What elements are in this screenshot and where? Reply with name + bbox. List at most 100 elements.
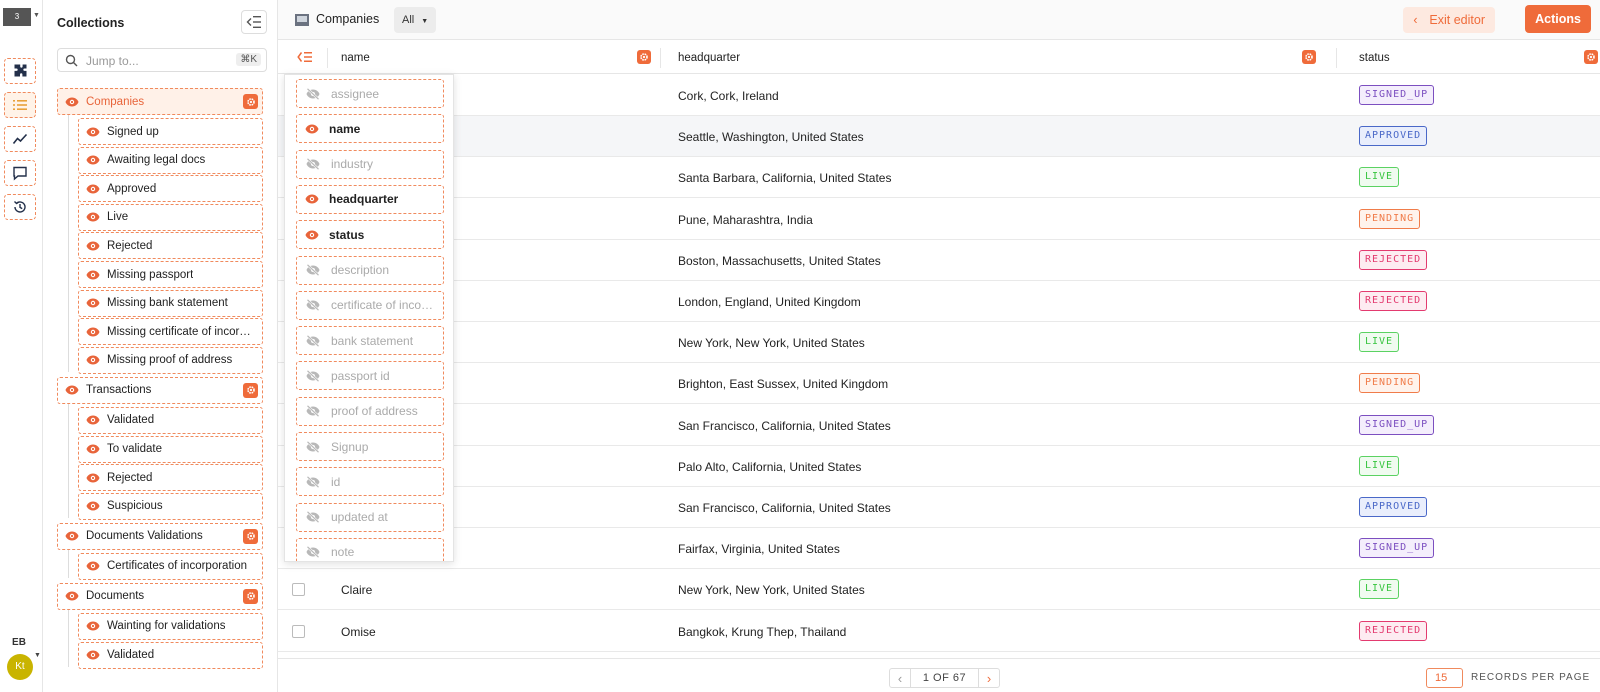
table-row[interactable]: Santa Barbara, California, United States… — [278, 157, 1600, 199]
eye-icon[interactable] — [65, 385, 79, 395]
eye-off-icon[interactable] — [305, 475, 321, 488]
segment-item-missing-bank-statement[interactable]: Missing bank statement — [78, 289, 263, 317]
eye-off-icon[interactable] — [305, 264, 321, 276]
field-toggle-proof-of-address[interactable]: proof of address — [296, 396, 444, 426]
eye-icon[interactable] — [305, 230, 319, 240]
field-toggle-updated-at[interactable]: updated at — [296, 502, 444, 532]
actions-button[interactable]: Actions — [1525, 5, 1591, 33]
eye-icon[interactable] — [86, 415, 100, 425]
segment-item-signed-up[interactable]: Signed up — [78, 118, 263, 145]
table-row[interactable]: Omise Bangkok, Krung Thep, Thailand REJECT… — [278, 610, 1600, 652]
field-toggle-headquarter[interactable]: headquarter — [296, 184, 444, 214]
avatar[interactable]: Kt — [7, 654, 33, 680]
column-header-name[interactable]: name — [341, 52, 370, 64]
eye-icon[interactable] — [86, 127, 100, 137]
eye-icon[interactable] — [86, 621, 100, 631]
gear-icon[interactable] — [637, 50, 651, 64]
table-row[interactable]: Cork, Cork, Ireland SIGNED_UP — [278, 75, 1600, 116]
eye-icon[interactable] — [86, 355, 100, 365]
eye-icon[interactable] — [86, 298, 100, 308]
segment-item-awaiting-legal-docs[interactable]: Awaiting legal docs — [78, 146, 263, 174]
gear-icon[interactable] — [1584, 50, 1598, 64]
segment-item-validated[interactable]: Validated — [78, 406, 263, 434]
field-toggle-industry[interactable]: industry — [296, 149, 444, 179]
rail-collections-button[interactable] — [4, 92, 36, 118]
table-row[interactable]: San Francisco, California, United States… — [278, 404, 1600, 446]
segment-item-validated[interactable]: Validated — [78, 641, 263, 669]
segment-item-missing-passport[interactable]: Missing passport — [78, 261, 263, 288]
eye-icon[interactable] — [86, 327, 100, 337]
eye-icon[interactable] — [86, 212, 100, 222]
row-checkbox[interactable] — [292, 624, 305, 638]
eye-off-icon[interactable] — [305, 299, 321, 312]
segment-item-missing-certificate-of-incorporation[interactable]: Missing certificate of incorporation — [78, 318, 263, 346]
column-header-headquarter[interactable]: headquarter — [678, 52, 740, 64]
segment-item-live[interactable]: Live — [78, 203, 263, 231]
table-row[interactable]: Brighton, East Sussex, United Kingdom PEN… — [278, 363, 1600, 405]
segment-item-suspicious[interactable]: Suspicious — [78, 492, 263, 520]
collection-companies[interactable]: Companies — [57, 88, 263, 115]
segment-item-to-validate[interactable]: To validate — [78, 435, 263, 463]
segment-dropdown[interactable]: All ▼ — [394, 7, 437, 33]
table-row[interactable]: San Francisco, California, United States… — [278, 487, 1600, 528]
eye-icon[interactable] — [86, 270, 100, 280]
eye-off-icon[interactable] — [305, 405, 321, 418]
eye-icon[interactable] — [305, 124, 319, 134]
eye-icon[interactable] — [86, 501, 100, 511]
gear-icon[interactable] — [1302, 50, 1316, 64]
table-row[interactable]: Boston, Massachusetts, United States REJE… — [278, 239, 1600, 281]
collection-transactions[interactable]: Transactions — [57, 376, 263, 404]
eye-icon[interactable] — [86, 473, 100, 483]
eye-icon[interactable] — [86, 155, 100, 165]
eye-off-icon[interactable] — [305, 511, 321, 524]
eye-off-icon[interactable] — [305, 440, 321, 453]
segment-item-approved[interactable]: Approved — [78, 175, 263, 203]
rail-analytics-button[interactable] — [4, 126, 36, 152]
segment-item-certificates-of-incorporation[interactable]: Certificates of incorporation — [78, 552, 263, 580]
gear-icon[interactable] — [243, 94, 258, 109]
field-toggle-passport-id[interactable]: passport id — [296, 361, 444, 391]
segment-item-wainting-for-validations[interactable]: Wainting for validations — [78, 612, 263, 640]
table-row[interactable]: Claire New York, New York, United States L… — [278, 569, 1600, 611]
eye-icon[interactable] — [86, 241, 100, 251]
rail-messages-button[interactable] — [4, 160, 36, 186]
jump-to-search[interactable]: Jump to... ⌘K — [57, 48, 267, 72]
eye-icon[interactable] — [305, 194, 319, 204]
field-toggle-note[interactable]: note — [296, 537, 444, 561]
table-row[interactable]: Seattle, Washington, United States APPROV… — [278, 116, 1600, 158]
table-row[interactable]: London, England, United Kingdom REJECTED — [278, 281, 1600, 322]
field-toggle-description[interactable]: description — [296, 255, 444, 285]
eye-off-icon[interactable] — [305, 369, 321, 382]
eye-icon[interactable] — [65, 531, 79, 541]
field-toggle-bank-statement[interactable]: bank statement — [296, 326, 444, 356]
next-page-button[interactable]: › — [978, 668, 1000, 688]
rail-activity-button[interactable] — [4, 194, 36, 220]
field-toggle-certificate-of-incorporation[interactable]: certificate of incorporation — [296, 290, 444, 320]
project-logo[interactable]: 3 — [3, 8, 31, 26]
segment-item-rejected[interactable]: Rejected — [78, 464, 263, 492]
eye-icon[interactable] — [65, 97, 79, 107]
eye-off-icon[interactable] — [305, 158, 321, 171]
eye-icon[interactable] — [86, 650, 100, 660]
field-toggle-signup[interactable]: Signup — [296, 432, 444, 461]
chevron-down-icon[interactable]: ▼ — [34, 652, 41, 659]
table-row[interactable]: New York, New York, United States LIVE — [278, 322, 1600, 364]
table-row[interactable]: Palo Alto, California, United States LIVE — [278, 445, 1600, 487]
eye-off-icon[interactable] — [305, 334, 321, 347]
eye-icon[interactable] — [86, 184, 100, 194]
segment-item-rejected[interactable]: Rejected — [78, 232, 263, 260]
eye-icon[interactable] — [86, 561, 100, 571]
eye-off-icon[interactable] — [305, 546, 321, 559]
eye-icon[interactable] — [86, 444, 100, 454]
eye-icon[interactable] — [65, 591, 79, 601]
collection-documents-validations[interactable]: Documents Validations — [57, 522, 263, 550]
field-toggle-name[interactable]: name — [296, 114, 444, 144]
collection-documents[interactable]: Documents — [57, 582, 263, 610]
field-toggle-id[interactable]: id — [296, 467, 444, 497]
records-per-page-input[interactable]: 15 — [1426, 668, 1463, 688]
column-settings-icon[interactable] — [297, 51, 313, 66]
eye-off-icon[interactable] — [305, 87, 321, 100]
field-toggle-status[interactable]: status — [296, 220, 444, 250]
collapse-panel-button[interactable] — [241, 10, 267, 34]
previous-page-button[interactable]: ‹ — [889, 668, 911, 688]
